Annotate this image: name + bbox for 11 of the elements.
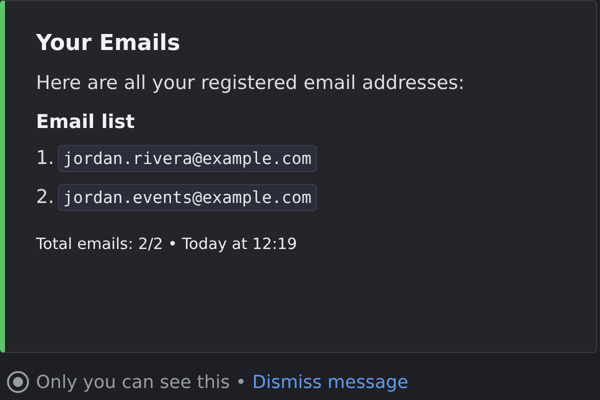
list-heading: Email list [36, 110, 136, 135]
embed-title: Your Emails [36, 30, 182, 58]
list-number: 2. [36, 186, 54, 208]
email-code: jordan.events@example.com [58, 184, 316, 210]
dismiss-link[interactable]: Dismiss message [252, 372, 408, 392]
embed-description: Here are all your registered email addresses: [36, 71, 466, 96]
list-number: 1. [36, 147, 54, 169]
eye-icon [6, 370, 30, 394]
visibility-notice: Only you can see this • [36, 372, 246, 392]
embed-footer: Total emails: 2/2 • Today at 12:19 [36, 235, 580, 253]
email-code: jordan.rivera@example.com [58, 144, 316, 172]
